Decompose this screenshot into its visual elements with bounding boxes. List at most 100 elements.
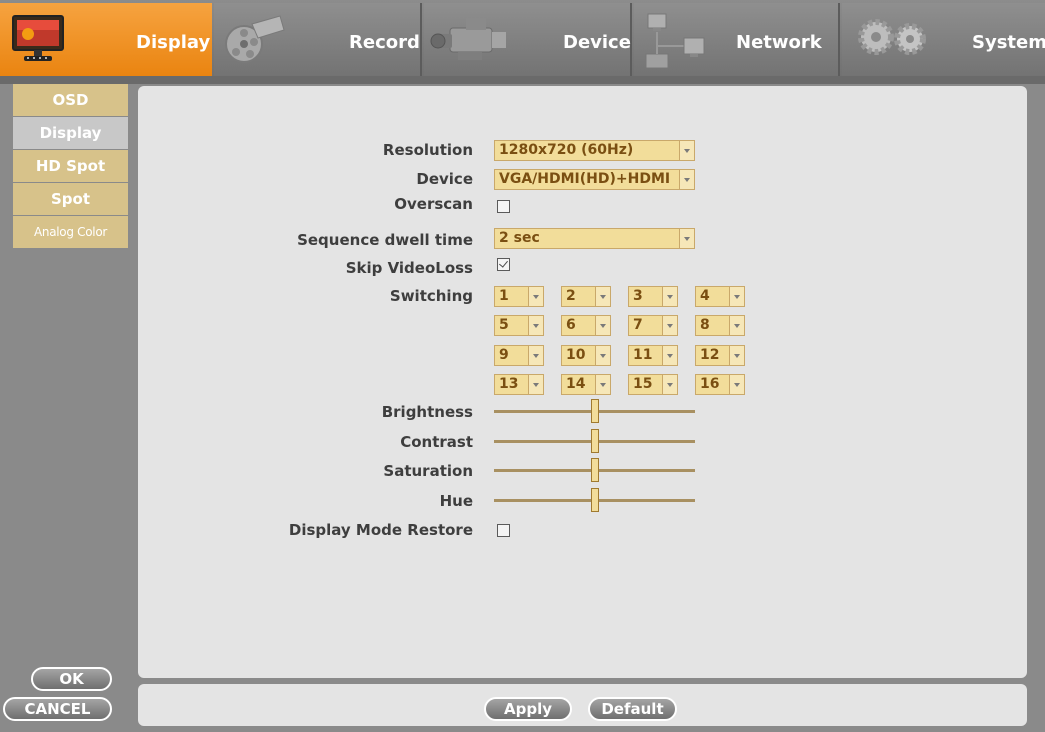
brightness-slider-thumb[interactable]: [590, 399, 599, 423]
chevron-down-icon[interactable]: [595, 375, 610, 394]
ok-button[interactable]: OK: [31, 667, 112, 691]
chevron-down-icon[interactable]: [662, 375, 677, 394]
default-button-label: Default: [601, 700, 664, 718]
display-mode-restore-label: Display Mode Restore: [288, 521, 473, 539]
switching-label: Switching: [389, 287, 473, 305]
switching-select[interactable]: 4: [695, 286, 745, 307]
dwell-time-value: 2 sec: [499, 230, 540, 246]
switching-select[interactable]: 12: [695, 345, 745, 366]
hue-slider-thumb[interactable]: [590, 488, 599, 512]
chevron-down-icon[interactable]: [679, 229, 694, 248]
tab-device[interactable]: Device: [424, 3, 632, 76]
hue-label: Hue: [439, 492, 473, 510]
tab-network-label: Network: [736, 32, 822, 53]
switching-value: 13: [499, 376, 519, 392]
switching-select[interactable]: 14: [561, 374, 611, 395]
tab-system[interactable]: System: [842, 3, 1045, 76]
resolution-label: Resolution: [382, 141, 473, 159]
switching-value: 3: [633, 288, 643, 304]
sidebar-item-label: OSD: [52, 91, 89, 109]
switching-select[interactable]: 9: [494, 345, 544, 366]
action-bar: [138, 684, 1027, 726]
chevron-down-icon[interactable]: [528, 316, 543, 335]
cancel-button-label: CANCEL: [24, 700, 91, 718]
switching-select[interactable]: 7: [628, 315, 678, 336]
sidebar-item-analog-color[interactable]: Analog Color: [13, 216, 128, 248]
film-reel-icon: [222, 12, 286, 73]
skip-videoloss-checkbox[interactable]: [497, 258, 510, 271]
display-mode-restore-checkbox[interactable]: [497, 524, 510, 537]
saturation-slider-thumb[interactable]: [590, 458, 599, 482]
overscan-checkbox[interactable]: [497, 200, 510, 213]
brightness-label: Brightness: [381, 403, 473, 421]
switching-select[interactable]: 6: [561, 315, 611, 336]
tab-record[interactable]: Record: [214, 3, 422, 76]
dwell-time-label: Sequence dwell time: [297, 231, 473, 249]
switching-value: 4: [700, 288, 710, 304]
contrast-slider-thumb[interactable]: [590, 429, 599, 453]
chevron-down-icon[interactable]: [528, 287, 543, 306]
chevron-down-icon[interactable]: [528, 375, 543, 394]
camcorder-icon: [430, 12, 512, 75]
dwell-time-select[interactable]: 2 sec: [494, 228, 695, 249]
switching-select[interactable]: 1: [494, 286, 544, 307]
tab-system-label: System: [972, 32, 1045, 53]
tab-network[interactable]: Network: [634, 3, 840, 76]
switching-value: 8: [700, 317, 710, 333]
switching-value: 7: [633, 317, 643, 333]
chevron-down-icon[interactable]: [662, 316, 677, 335]
sidebar-item-osd[interactable]: OSD: [13, 84, 128, 116]
sidebar-item-label: Spot: [50, 190, 91, 208]
switching-value: 2: [566, 288, 576, 304]
resolution-select[interactable]: 1280x720 (60Hz): [494, 140, 695, 161]
checkmark-icon: [499, 258, 508, 268]
switching-select[interactable]: 16: [695, 374, 745, 395]
switching-select[interactable]: 11: [628, 345, 678, 366]
sidebar-item-spot[interactable]: Spot: [13, 183, 128, 215]
tab-record-label: Record: [349, 32, 420, 53]
chevron-down-icon[interactable]: [679, 170, 694, 189]
switching-select[interactable]: 8: [695, 315, 745, 336]
switching-value: 9: [499, 347, 509, 363]
chevron-down-icon[interactable]: [729, 375, 744, 394]
switching-value: 15: [633, 376, 653, 392]
switching-value: 5: [499, 317, 509, 333]
ok-button-label: OK: [59, 670, 84, 688]
chevron-down-icon[interactable]: [729, 346, 744, 365]
overscan-label: Overscan: [394, 195, 473, 213]
contrast-label: Contrast: [400, 433, 473, 451]
switching-select[interactable]: 3: [628, 286, 678, 307]
chevron-down-icon[interactable]: [662, 287, 677, 306]
tab-display[interactable]: Display: [0, 3, 212, 76]
device-select[interactable]: VGA/HDMI(HD)+HDMI: [494, 169, 695, 190]
monitor-icon: [10, 14, 66, 69]
cancel-button[interactable]: CANCEL: [3, 697, 112, 721]
chevron-down-icon[interactable]: [729, 287, 744, 306]
chevron-down-icon[interactable]: [595, 316, 610, 335]
default-button[interactable]: Default: [588, 697, 677, 721]
switching-value: 12: [700, 347, 720, 363]
chevron-down-icon[interactable]: [595, 287, 610, 306]
tab-display-label: Display: [136, 32, 211, 53]
chevron-down-icon[interactable]: [679, 141, 694, 160]
switching-select[interactable]: 10: [561, 345, 611, 366]
chevron-down-icon[interactable]: [595, 346, 610, 365]
switching-select[interactable]: 15: [628, 374, 678, 395]
switching-value: 6: [566, 317, 576, 333]
top-navigation: Display Record Device Network System: [0, 0, 1045, 84]
switching-select[interactable]: 5: [494, 315, 544, 336]
chevron-down-icon[interactable]: [662, 346, 677, 365]
sidebar-item-hd-spot[interactable]: HD Spot: [13, 150, 128, 182]
switching-select[interactable]: 13: [494, 374, 544, 395]
network-computers-icon: [644, 12, 708, 77]
switching-value: 11: [633, 347, 653, 363]
switching-select[interactable]: 2: [561, 286, 611, 307]
switching-value: 16: [700, 376, 720, 392]
sidebar-item-label: HD Spot: [35, 157, 106, 175]
resolution-value: 1280x720 (60Hz): [499, 142, 634, 158]
chevron-down-icon[interactable]: [528, 346, 543, 365]
apply-button[interactable]: Apply: [484, 697, 572, 721]
sidebar-item-display[interactable]: Display: [13, 117, 128, 149]
chevron-down-icon[interactable]: [729, 316, 744, 335]
switching-value: 10: [566, 347, 586, 363]
